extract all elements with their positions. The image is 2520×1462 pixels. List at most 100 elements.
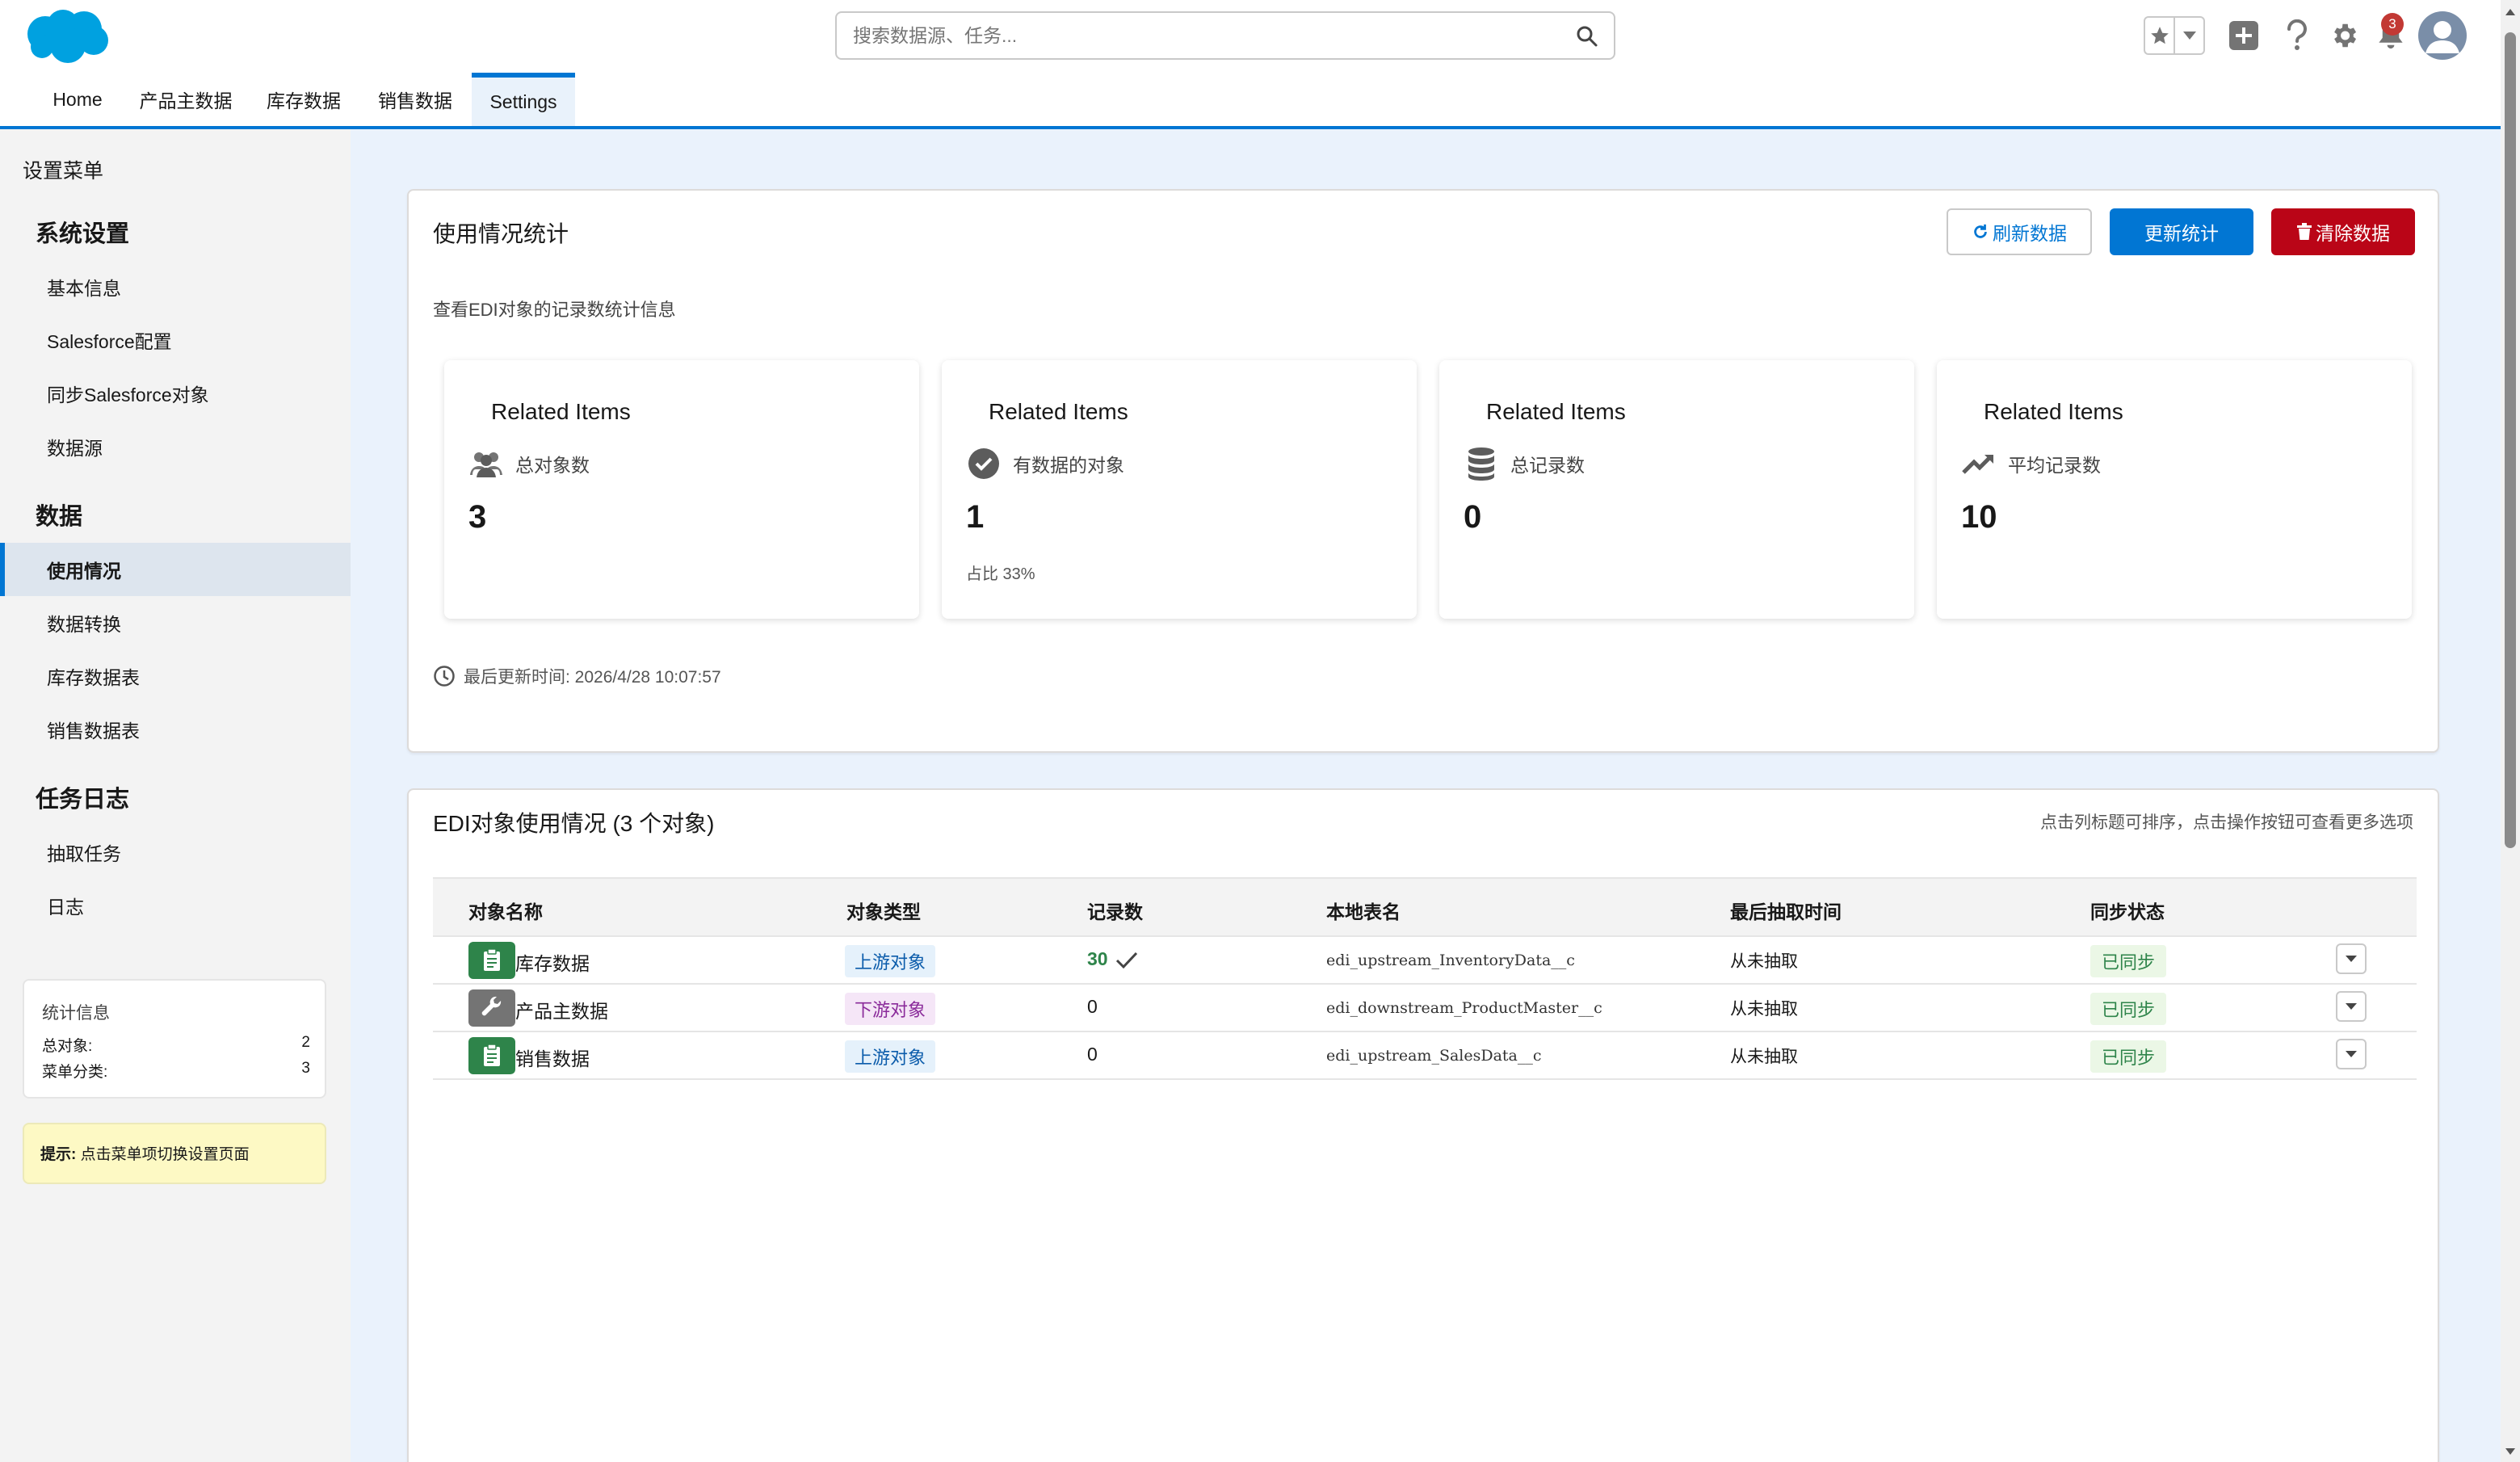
- tab-sales[interactable]: 销售数据: [365, 73, 465, 126]
- object-name[interactable]: 销售数据: [515, 1044, 590, 1071]
- gear-icon[interactable]: [2326, 18, 2362, 53]
- database-icon: [1464, 446, 1499, 481]
- sidebar-item-data-transform[interactable]: 数据转换: [0, 596, 351, 649]
- sidebar-tip: 提示: 点击菜单项切换设置页面: [23, 1123, 326, 1184]
- checkmark-icon: [1115, 952, 1137, 968]
- search-input[interactable]: [853, 19, 1548, 52]
- column-header-name[interactable]: 对象名称: [468, 897, 543, 924]
- sidebar-item-sync-objects[interactable]: 同步Salesforce对象: [0, 367, 351, 420]
- trend-up-icon: [1961, 446, 1997, 481]
- favorites-dropdown-icon[interactable]: [2175, 18, 2203, 53]
- table-row[interactable]: 销售数据 上游对象 0 edi_upstream_SalesData__c 从未…: [433, 1032, 2417, 1080]
- refresh-data-label: 刷新数据: [1993, 223, 2067, 244]
- salesforce-cloud-logo[interactable]: [21, 5, 110, 66]
- sidebar-item-basic-info[interactable]: 基本信息: [0, 260, 351, 313]
- metric-label-row: 总记录数: [1464, 446, 1585, 481]
- metric-heading: Related Items: [491, 399, 631, 424]
- last-updated-text: 最后更新时间: 2026/4/28 10:07:57: [464, 668, 721, 687]
- object-name[interactable]: 库存数据: [515, 948, 590, 976]
- metric-label-row: 平均记录数: [1961, 446, 2101, 481]
- local-table-name: edi_downstream_ProductMaster__c: [1326, 999, 1602, 1017]
- stats-title: 统计信息: [42, 1004, 110, 1023]
- chevron-down-icon: [2346, 1003, 2357, 1010]
- global-actions-icon[interactable]: [2226, 18, 2262, 53]
- favorites-button[interactable]: [2144, 16, 2205, 55]
- sidebar-item-inventory-table[interactable]: 库存数据表: [0, 649, 351, 703]
- sync-status-cell: 已同步: [2090, 945, 2167, 977]
- column-header-table-name[interactable]: 本地表名: [1326, 897, 1401, 924]
- sidebar-stats-box: 统计信息 总对象: 2 菜单分类: 3: [23, 979, 326, 1099]
- star-icon[interactable]: [2145, 18, 2175, 53]
- stats-label: 菜单分类:: [42, 1064, 108, 1081]
- update-stats-button[interactable]: 更新统计: [2110, 208, 2253, 255]
- metric-value: 0: [1464, 499, 1482, 535]
- user-avatar[interactable]: [2418, 11, 2467, 60]
- notification-badge: 3: [2381, 13, 2404, 36]
- column-header-type[interactable]: 对象类型: [846, 897, 921, 924]
- metric-label: 有数据的对象: [1013, 455, 1124, 476]
- sync-status-badge: 已同步: [2090, 945, 2167, 977]
- sync-status-badge: 已同步: [2090, 993, 2167, 1025]
- object-type-cell: 上游对象: [845, 945, 936, 977]
- metric-value: 3: [468, 499, 487, 535]
- help-icon[interactable]: [2279, 18, 2315, 53]
- record-count: 30: [1087, 948, 1108, 969]
- settings-sidebar: 设置菜单 系统设置 基本信息 Salesforce配置 同步Salesforce…: [0, 129, 351, 1462]
- metric-label: 总记录数: [1510, 455, 1585, 476]
- tab-product-master[interactable]: 产品主数据: [128, 73, 244, 126]
- clear-data-button[interactable]: 清除数据: [2271, 208, 2415, 255]
- column-header-last-extract[interactable]: 最后抽取时间: [1730, 897, 1842, 924]
- sidebar-item-log[interactable]: 日志: [0, 879, 351, 932]
- users-icon: [468, 446, 504, 481]
- sync-status-cell: 已同步: [2090, 1040, 2167, 1073]
- metric-heading: Related Items: [1984, 399, 2123, 424]
- sidebar-item-usage[interactable]: 使用情况: [0, 543, 351, 596]
- wrench-icon: [468, 989, 515, 1027]
- object-type-cell: 下游对象: [845, 993, 936, 1025]
- table-row[interactable]: 产品主数据 下游对象 0 edi_downstream_ProductMaste…: [433, 985, 2417, 1032]
- metric-label-row: 有数据的对象: [966, 446, 1124, 481]
- trash-icon: [2297, 223, 2312, 240]
- tab-settings[interactable]: Settings: [472, 73, 575, 126]
- scroll-up-arrow-icon[interactable]: [2501, 5, 2520, 19]
- global-search[interactable]: [835, 11, 1615, 60]
- stats-row-objects: 总对象: 2: [42, 1034, 310, 1056]
- usage-card-subtitle: 查看EDI对象的记录数统计信息: [433, 300, 676, 320]
- metric-card-objects-with-data: Related Items 有数据的对象 1 占比 33%: [942, 360, 1417, 619]
- last-extract-time: 从未抽取: [1730, 952, 1798, 971]
- search-icon[interactable]: [1575, 24, 1599, 48]
- metric-card-total-records: Related Items 总记录数 0: [1439, 360, 1914, 619]
- object-name[interactable]: 产品主数据: [515, 996, 608, 1023]
- clipboard-icon: [468, 942, 515, 979]
- objects-card-title: EDI对象使用情况 (3 个对象): [433, 811, 715, 836]
- metric-label: 平均记录数: [2008, 455, 2101, 476]
- column-header-records[interactable]: 记录数: [1087, 897, 1143, 924]
- record-count: 0: [1087, 1044, 1098, 1065]
- sidebar-item-sales-table[interactable]: 销售数据表: [0, 703, 351, 756]
- page-scrollbar[interactable]: [2501, 0, 2520, 1462]
- sidebar-item-extract-task[interactable]: 抽取任务: [0, 826, 351, 879]
- object-type-badge: 上游对象: [845, 945, 936, 977]
- metric-value: 10: [1961, 499, 1997, 535]
- row-actions-button[interactable]: [2336, 1039, 2367, 1069]
- row-actions-button[interactable]: [2336, 943, 2367, 974]
- scrollbar-thumb[interactable]: [2505, 32, 2516, 848]
- tab-home[interactable]: Home: [36, 73, 120, 126]
- record-count: 0: [1087, 996, 1098, 1017]
- sidebar-item-salesforce-config[interactable]: Salesforce配置: [0, 313, 351, 367]
- metric-heading: Related Items: [989, 399, 1128, 424]
- refresh-data-button[interactable]: 刷新数据: [1947, 208, 2092, 255]
- sidebar-item-datasource[interactable]: 数据源: [0, 420, 351, 473]
- object-type-badge: 下游对象: [845, 993, 936, 1025]
- column-header-sync-status[interactable]: 同步状态: [2090, 897, 2165, 924]
- tip-prefix: 提示:: [40, 1146, 77, 1163]
- last-extract-time: 从未抽取: [1730, 1048, 1798, 1066]
- record-count-cell: 0: [1087, 1044, 1098, 1065]
- object-type-badge: 上游对象: [845, 1040, 936, 1073]
- chevron-down-icon: [2346, 956, 2357, 962]
- tab-inventory[interactable]: 库存数据: [254, 73, 354, 126]
- row-actions-button[interactable]: [2336, 991, 2367, 1022]
- scroll-down-arrow-icon[interactable]: [2501, 1444, 2520, 1459]
- sidebar-section-data: 数据: [36, 504, 83, 530]
- table-row[interactable]: 库存数据 上游对象 30 edi_upstream_InventoryData_…: [433, 937, 2417, 985]
